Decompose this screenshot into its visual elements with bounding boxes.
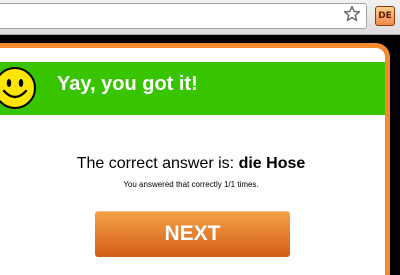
banner-title: Yay, you got it! [57, 73, 198, 95]
smiley-icon [0, 67, 36, 109]
extension-badge-label: DE [378, 11, 392, 21]
answer-prefix: The correct answer is: [76, 155, 235, 172]
star-icon[interactable] [343, 5, 361, 23]
answer-stats: You answered that correctly 1/1 times. [123, 180, 259, 189]
correct-answer-line: The correct answer is: die Hose [0, 155, 385, 173]
extension-icon[interactable]: DE [375, 6, 395, 26]
answer-word: die Hose [238, 155, 306, 172]
address-bar[interactable] [0, 3, 367, 29]
screen: DE Yay, you got it! The correct answer i… [0, 0, 400, 275]
next-button[interactable]: NEXT [95, 211, 290, 257]
popup-panel: Yay, you got it! The correct answer is: … [0, 43, 390, 275]
success-banner: Yay, you got it! [0, 62, 385, 115]
browser-toolbar: DE [0, 0, 400, 35]
